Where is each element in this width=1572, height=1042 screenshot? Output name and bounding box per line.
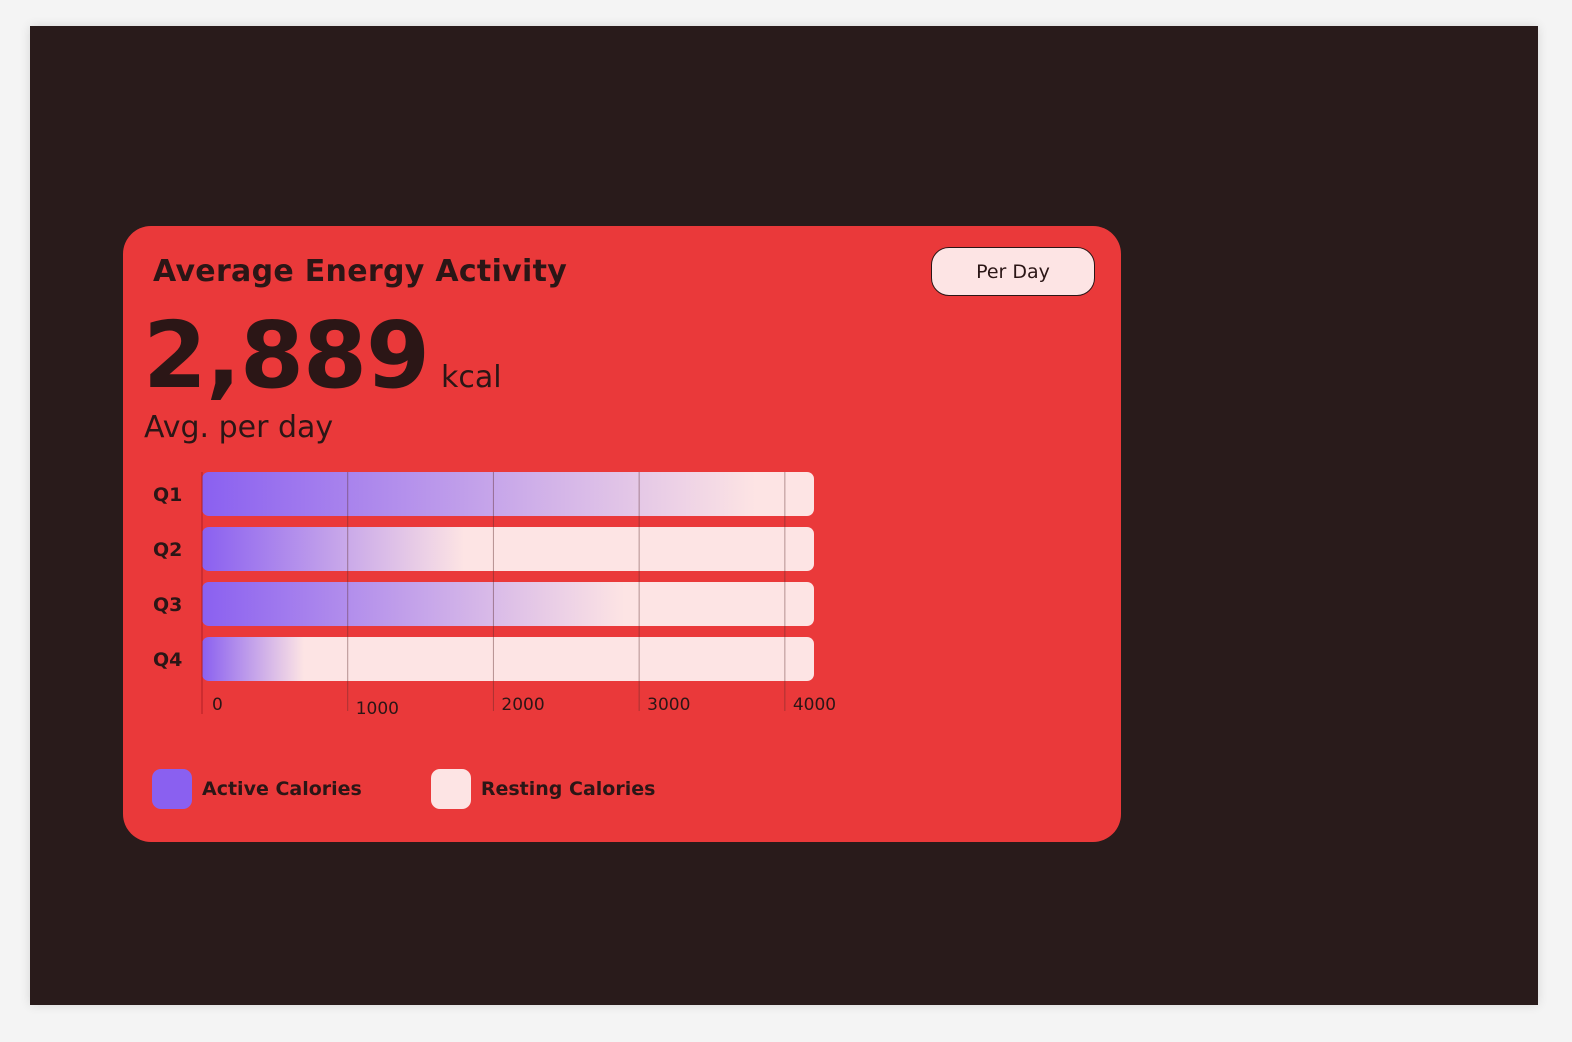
legend-swatch-resting: [430, 769, 471, 809]
legend-item-resting: Resting Calories: [430, 769, 656, 809]
legend-item-active: Active Calories: [152, 769, 362, 809]
bar-q2: [202, 527, 814, 571]
legend-swatch-active: [152, 769, 192, 809]
category-label: Q2: [153, 539, 182, 561]
legend-label-active: Active Calories: [202, 778, 362, 800]
energy-bar-chart: Q1 Q2 Q3 Q4 0 1000 2000 3000 4000: [153, 472, 836, 719]
x-tick-label: 2000: [501, 695, 544, 715]
app-background: Average Energy Activity Per Day 2,889 kc…: [30, 26, 1538, 1005]
bar-q3: [202, 582, 814, 626]
bar-q1: [202, 472, 814, 516]
legend-label-resting: Resting Calories: [480, 778, 656, 800]
category-label: Q4: [153, 649, 182, 671]
x-tick-label: 0: [212, 695, 223, 715]
chart-legend: Active Calories Resting Calories: [152, 769, 655, 809]
x-tick-label: 3000: [647, 695, 690, 715]
category-label: Q1: [153, 484, 182, 506]
energy-activity-card: Average Energy Activity Per Day 2,889 kc…: [123, 226, 1121, 842]
bar-q4: [202, 637, 814, 681]
category-label: Q3: [153, 594, 182, 616]
x-tick-label: 4000: [793, 695, 836, 715]
x-tick-label: 1000: [356, 699, 399, 719]
